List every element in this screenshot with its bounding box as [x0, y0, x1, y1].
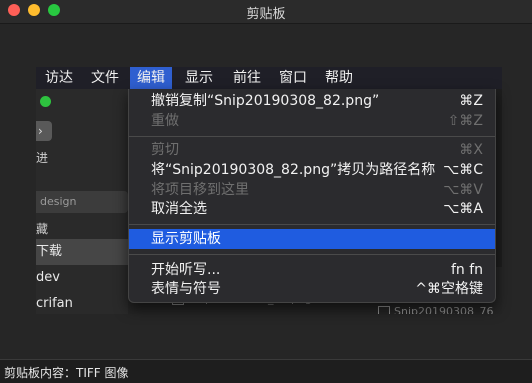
- menu-item-shortcut: ^⌘空格键: [415, 281, 483, 297]
- menu-separator: [129, 136, 495, 137]
- file-icon: [378, 306, 390, 314]
- menu-item-label: 剪切: [151, 142, 179, 158]
- menu-item-shortcut: ⇧⌘Z: [447, 113, 483, 129]
- menu-item-shortcut: ⌘Z: [459, 93, 483, 109]
- menu-item-redo: 重做 ⇧⌘Z: [129, 111, 495, 131]
- menu-item-shortcut: ⌥⌘C: [443, 162, 483, 178]
- sidebar-item-dev: dev: [36, 270, 60, 285]
- menu-item-label: 重做: [151, 113, 179, 129]
- menu-item-label: 取消全选: [151, 201, 207, 217]
- menu-item-undo-copy[interactable]: 撤销复制“Snip20190308_82.png” ⌘Z: [129, 91, 495, 111]
- menu-item-label: 将“Snip20190308_82.png”拷贝为路径名称: [151, 162, 436, 178]
- menu-finder[interactable]: 访达: [38, 67, 80, 89]
- menu-item-shortcut: ⌘X: [459, 142, 483, 158]
- sidebar-item-downloads: 下载: [36, 239, 128, 265]
- menu-item-start-dictation[interactable]: 开始听写... fn fn: [129, 260, 495, 280]
- status-bar: 剪贴板内容：TIFF 图像: [0, 359, 532, 383]
- menu-item-emoji-symbols[interactable]: 表情与符号 ^⌘空格键: [129, 279, 495, 299]
- sidebar-item-crifan: crifan: [36, 296, 73, 311]
- menubar: 访达 文件 编辑 显示 前往 窗口 帮助: [36, 67, 502, 89]
- forward-label: 进: [36, 151, 49, 165]
- menu-item-label: 开始听写...: [151, 262, 221, 278]
- finder-zoom-button: [40, 96, 51, 107]
- menu-separator: [129, 254, 495, 255]
- menu-item-show-clipboard[interactable]: 显示剪贴板: [129, 229, 495, 249]
- menu-item-shortcut: fn fn: [450, 262, 483, 278]
- file-row: Snip20190308_76: [378, 305, 493, 314]
- menu-item-shortcut: ⌥⌘V: [443, 182, 483, 198]
- menu-item-cut: 剪切 ⌘X: [129, 140, 495, 160]
- menu-file[interactable]: 文件: [84, 67, 126, 89]
- window-title: 剪贴板: [246, 7, 286, 22]
- menu-item-label: 表情与符号: [151, 281, 221, 297]
- search-field: design: [36, 191, 128, 213]
- finder-sidebar: › 进 design 藏 下载 dev crifan 文稿: [36, 89, 128, 314]
- menu-item-deselect-all[interactable]: 取消全选 ⌥⌘A: [129, 199, 495, 219]
- file-name: Snip20190308_76: [394, 305, 494, 314]
- menu-item-shortcut: ⌥⌘A: [443, 201, 483, 217]
- menu-view[interactable]: 显示: [178, 67, 220, 89]
- menu-window[interactable]: 窗口: [272, 67, 314, 89]
- menu-item-copy-as-pathname[interactable]: 将“Snip20190308_82.png”拷贝为路径名称 ⌥⌘C: [129, 160, 495, 180]
- menu-help[interactable]: 帮助: [318, 67, 360, 89]
- edit-menu-dropdown: 撤销复制“Snip20190308_82.png” ⌘Z 重做 ⇧⌘Z 剪切 ⌘…: [128, 89, 496, 303]
- menu-item-label: 撤销复制“Snip20190308_82.png”: [151, 93, 380, 109]
- menu-item-label: 显示剪贴板: [151, 231, 221, 247]
- clipboard-contents-label: 剪贴板内容：TIFF 图像: [4, 366, 129, 380]
- sidebar-list: 下载 dev crifan 文稿: [36, 239, 128, 314]
- favorites-label: 藏: [36, 222, 49, 236]
- menu-separator: [129, 224, 495, 225]
- menu-edit[interactable]: 编辑: [130, 67, 172, 89]
- back-button: ›: [36, 121, 52, 141]
- window-titlebar: 剪贴板: [0, 0, 532, 24]
- menu-item-move-here: 将项目移到这里 ⌥⌘V: [129, 180, 495, 200]
- menu-item-label: 将项目移到这里: [151, 182, 249, 198]
- menu-go[interactable]: 前往: [226, 67, 268, 89]
